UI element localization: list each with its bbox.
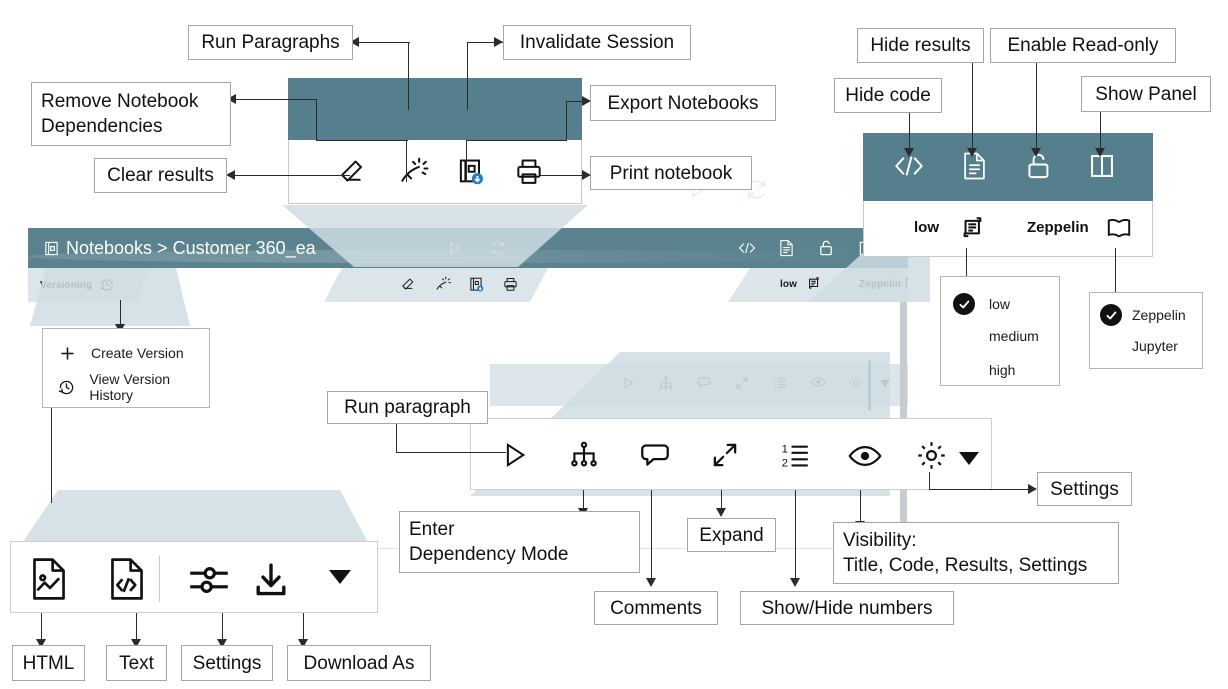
- interpreter-level-label[interactable]: low: [914, 219, 939, 236]
- zoom-panel-notebook-secondary: [288, 140, 582, 204]
- menu-item-label: low: [989, 296, 1011, 312]
- remove-notebook-dependencies-icon[interactable]: [434, 276, 451, 293]
- zoom-panel-paragraph-toolbar: 1 2: [470, 418, 992, 490]
- visibility-eye-icon[interactable]: [847, 443, 883, 469]
- menu-item-label: high: [989, 362, 1016, 378]
- callout-print-notebook: Print notebook: [590, 156, 752, 190]
- menu-item-low[interactable]: low: [953, 293, 1010, 315]
- notebook-secondary-icons: [324, 268, 548, 302]
- chevron-down-icon[interactable]: [959, 452, 979, 465]
- menu-item-zeppelin[interactable]: Zeppelin: [1100, 304, 1186, 326]
- callout-text: Text: [106, 645, 167, 681]
- export-divider: [159, 556, 160, 602]
- zoom-panel-right-secondary: low Zeppelin: [863, 201, 1153, 257]
- notebook-breadcrumb-icon: [42, 239, 60, 257]
- menu-item-label: Zeppelin: [1132, 307, 1186, 323]
- hide-code-icon[interactable]: [736, 238, 758, 258]
- chevron-down-icon[interactable]: [329, 570, 351, 584]
- zoom-panel-notebook-primary: [288, 78, 765, 199]
- callout-remove-notebook-dependencies: Remove Notebook Dependencies: [31, 82, 231, 146]
- export-notebooks-icon[interactable]: [455, 156, 487, 188]
- menu-item-label: Jupyter: [1132, 338, 1178, 354]
- editor-mode-label[interactable]: Zeppelin: [1027, 219, 1089, 236]
- comments-icon[interactable]: [638, 439, 672, 473]
- annotated-screenshot: Notebooks > Customer 360_ea low low Zepp…: [0, 0, 1228, 689]
- clear-results-icon[interactable]: [400, 276, 417, 293]
- menu-item-label: View Version History: [89, 371, 171, 403]
- run-paragraph-icon[interactable]: [498, 439, 530, 471]
- callout-enter-dependency-mode: Enter Dependency Mode: [399, 511, 640, 573]
- text-export-icon[interactable]: [107, 556, 147, 602]
- menu-item-view-version-history[interactable]: View Version History: [55, 371, 209, 403]
- print-notebook-icon[interactable]: [502, 276, 519, 293]
- menu-item-jupyter[interactable]: Jupyter: [1132, 338, 1178, 354]
- export-notebooks-icon[interactable]: [468, 276, 485, 293]
- menu-item-high[interactable]: high: [989, 362, 1015, 378]
- menu-item-label: medium: [989, 328, 1039, 344]
- settings-gear-icon[interactable]: [915, 439, 948, 472]
- clear-results-icon[interactable]: [337, 156, 369, 188]
- svg-text:2: 2: [782, 457, 788, 469]
- callout-comments: Comments: [594, 591, 718, 625]
- hide-results-icon[interactable]: [776, 238, 796, 258]
- interpreter-binding-icon[interactable]: [959, 215, 987, 243]
- menu-item-medium[interactable]: medium: [989, 328, 1039, 344]
- callout-enable-read-only: Enable Read-only: [990, 28, 1176, 63]
- interpreter-level-label[interactable]: low: [780, 279, 797, 290]
- callout-hide-code: Hide code: [834, 78, 942, 113]
- breadcrumb[interactable]: Notebooks > Customer 360_ea: [66, 238, 316, 259]
- menu-item-create-version[interactable]: Create Version: [55, 341, 184, 365]
- callout-show-hide-numbers: Show/Hide numbers: [740, 591, 954, 625]
- settings-sliders-icon[interactable]: [187, 564, 231, 596]
- zoom-panel-export-toolbar: [10, 541, 378, 613]
- editor-book-icon[interactable]: [1105, 216, 1133, 240]
- print-notebook-icon[interactable]: [513, 156, 545, 188]
- callout-settings-bottom: Settings: [181, 645, 273, 681]
- callout-expand: Expand: [687, 518, 776, 552]
- history-clock-icon: [55, 378, 77, 397]
- zoom-funnel-export-bar: [20, 490, 370, 546]
- download-as-icon[interactable]: [251, 560, 291, 600]
- expand-icon[interactable]: [709, 439, 741, 471]
- html-export-icon[interactable]: [29, 556, 69, 602]
- svg-text:1: 1: [782, 443, 788, 455]
- plus-icon: [55, 345, 79, 362]
- check-icon: [1100, 304, 1122, 326]
- callout-hide-results: Hide results: [857, 28, 984, 63]
- versioning-menu[interactable]: Create Version View Version History: [42, 328, 210, 408]
- callout-run-paragraphs: Run Paragraphs: [188, 25, 353, 60]
- line-numbers-icon[interactable]: 1 2: [779, 439, 811, 471]
- zoom-panel-right-primary: [863, 133, 1153, 201]
- check-icon: [953, 293, 975, 315]
- callout-download-as: Download As: [287, 645, 431, 681]
- callout-invalidate-session: Invalidate Session: [503, 25, 691, 60]
- remove-notebook-dependencies-icon[interactable]: [397, 156, 429, 188]
- callout-show-panel: Show Panel: [1081, 76, 1211, 112]
- zoom-funnel-versioning: [30, 268, 190, 326]
- enable-read-only-icon[interactable]: [816, 238, 836, 258]
- interpreter-level-menu[interactable]: low medium high: [940, 276, 1060, 386]
- callout-export-notebooks: Export Notebooks: [590, 85, 776, 121]
- editor-mode-menu[interactable]: Zeppelin Jupyter: [1089, 292, 1203, 369]
- callout-run-paragraph: Run paragraph: [327, 391, 488, 424]
- callout-settings: Settings: [1037, 472, 1132, 506]
- callout-visibility: Visibility: Title, Code, Results, Settin…: [833, 522, 1119, 584]
- interpreter-binding-icon[interactable]: [806, 276, 822, 292]
- menu-item-label: Create Version: [91, 345, 184, 361]
- callout-clear-results: Clear results: [94, 158, 227, 193]
- dependency-mode-icon[interactable]: [568, 439, 600, 471]
- callout-html: HTML: [12, 645, 85, 681]
